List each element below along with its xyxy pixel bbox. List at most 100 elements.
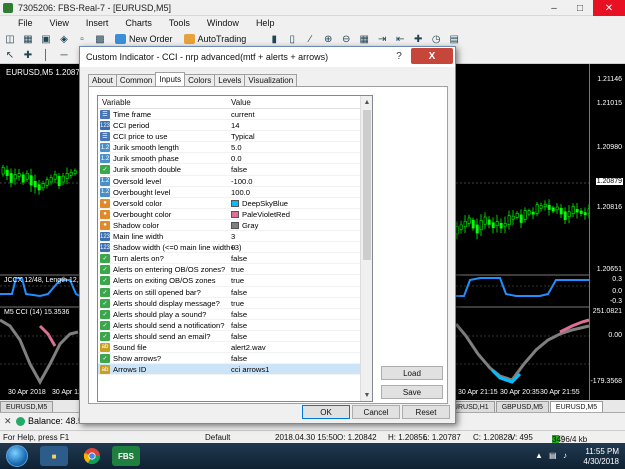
scroll-down-icon[interactable]: ▼ [361,389,372,401]
param-row[interactable]: ● Oversold color DeepSkyBlue [98,198,360,209]
menu-help[interactable]: Help [248,18,284,28]
param-row[interactable]: 123 Main line width 3 [98,231,360,243]
ok-button[interactable]: OK [302,405,350,419]
load-button[interactable]: Load [381,366,443,380]
param-row[interactable]: ab Sound file alert2.wav [98,342,360,354]
maximize-icon[interactable]: □ [567,0,593,16]
param-row[interactable]: ✓ Alerts should send a notification? false [98,320,360,331]
param-value[interactable]: alert2.wav [231,343,266,352]
param-row[interactable]: ✓ Show arrows? false [98,353,360,365]
param-value[interactable]: false [231,354,247,363]
param-value[interactable]: -100.0 [231,177,253,186]
param-row[interactable]: 1.2 Jurik smooth phase 0.0 [98,153,360,165]
tile-icon[interactable]: ▦ [357,33,371,46]
tab-levels[interactable]: Levels [214,74,246,86]
column-variable[interactable]: Variable [102,98,131,107]
param-row[interactable]: ☰ Time frame current [98,109,360,121]
param-value[interactable]: false [231,321,247,330]
menu-window[interactable]: Window [199,18,248,28]
start-button[interactable] [6,445,28,467]
param-value[interactable]: 0 [231,243,235,252]
param-row[interactable]: ✓ Alerts should send an email? false [98,331,360,342]
menu-view[interactable]: View [42,18,78,28]
menu-insert[interactable]: Insert [78,18,118,28]
color-swatch[interactable] [231,221,239,229]
dialog-close-button[interactable]: X [411,48,453,64]
scroll-thumb[interactable] [363,110,371,260]
autotrading-button[interactable]: AutoTrading [180,32,251,46]
param-row[interactable]: ab Arrows ID cci arrows1 [98,364,360,376]
indicators-icon[interactable]: ✚ [411,33,425,46]
param-value[interactable]: true [231,265,244,274]
param-row[interactable]: ✓ Alerts should play a sound? false [98,309,360,320]
color-swatch[interactable] [231,199,239,207]
chart-tab-active[interactable]: EURUSD,M5 [549,401,604,412]
new-order-button[interactable]: New Order [111,32,177,46]
periods-icon[interactable]: ◷ [429,33,443,46]
param-value[interactable]: 100.0 [231,188,250,197]
shift-icon[interactable]: ⇤ [393,33,407,46]
chart-tab[interactable]: EURUSD,M5 [0,401,54,412]
network-icon[interactable]: ▤ [549,451,559,461]
param-value[interactable]: false [231,165,247,174]
grid-scrollbar[interactable]: ▲ ▼ [360,96,372,401]
vline-icon[interactable]: │ [39,49,53,62]
param-row[interactable]: ✓ Turn alerts on? false [98,253,360,265]
param-row[interactable]: 123 Shadow width (<=0 main line width+3) 0 [98,242,360,254]
color-swatch[interactable] [231,210,239,218]
param-value[interactable]: 0.0 [231,154,242,163]
terminal-close-icon[interactable]: ✕ [4,416,12,427]
navigator-icon[interactable]: ◈ [57,33,71,46]
explorer-icon[interactable]: ■ [40,446,68,466]
tester-icon[interactable]: ▩ [93,33,107,46]
tab-colors[interactable]: Colors [184,74,216,86]
param-value[interactable]: 3 [231,232,235,241]
cursor-icon[interactable]: ↖ [3,49,17,62]
tray-arrow-icon[interactable]: ▲ [535,451,545,461]
candle-chart-icon[interactable]: ▯ [285,33,299,46]
param-value[interactable]: 5.0 [231,143,242,152]
menu-charts[interactable]: Charts [117,18,161,28]
clock[interactable]: 11:55 PM 4/30/2018 [583,447,619,467]
param-value[interactable]: cci arrows1 [231,365,269,374]
close-icon[interactable]: ✕ [593,0,625,16]
param-row[interactable]: ✓ Jurik smooth double false [98,164,360,176]
tab-common[interactable]: Common [115,74,157,86]
tab-visualization[interactable]: Visualization [244,74,298,86]
param-row[interactable]: ✓ Alerts on still opened bar? false [98,287,360,298]
volume-icon[interactable]: ♪ [563,451,573,461]
param-row[interactable]: ● Overbought color PaleVioletRed [98,209,360,220]
line-chart-icon[interactable]: ∕ [303,33,317,46]
autoscroll-icon[interactable]: ⇥ [375,33,389,46]
zoom-in-icon[interactable]: ⊕ [321,33,335,46]
bar-chart-icon[interactable]: ▮ [267,33,281,46]
new-chart-icon[interactable]: ◫ [3,33,17,46]
menu-tools[interactable]: Tools [161,18,199,28]
param-value[interactable]: PaleVioletRed [242,210,290,219]
param-value[interactable]: false [231,332,247,341]
param-row[interactable]: ● Shadow color Gray [98,220,360,232]
param-value[interactable]: true [231,299,244,308]
help-icon[interactable]: ? [388,49,410,64]
param-value[interactable]: Typical [231,132,255,141]
param-value[interactable]: false [231,310,247,319]
market-watch-icon[interactable]: ▣ [39,33,53,46]
param-row[interactable]: ✓ Alerts on exiting OB/OS zones true [98,275,360,287]
param-row[interactable]: 123 CCI period 14 [98,120,360,132]
param-value[interactable]: Gray [242,221,258,230]
zoom-out-icon[interactable]: ⊖ [339,33,353,46]
hline-icon[interactable]: ─ [57,49,71,62]
minimize-icon[interactable]: – [541,0,567,16]
param-row[interactable]: ☰ CCI price to use Typical [98,131,360,143]
save-button[interactable]: Save [381,385,443,399]
crosshair-icon[interactable]: ✚ [21,49,35,62]
templates-icon[interactable]: ▤ [447,33,461,46]
terminal-icon[interactable]: ▫ [75,33,89,46]
param-value[interactable]: current [231,110,255,119]
param-value[interactable]: 14 [231,121,239,130]
reset-button[interactable]: Reset [402,405,450,419]
param-value[interactable]: false [231,254,247,263]
param-row[interactable]: ✓ Alerts on entering OB/OS zones? true [98,264,360,276]
tab-about[interactable]: About [88,74,117,86]
tab-inputs[interactable]: Inputs [155,72,186,86]
